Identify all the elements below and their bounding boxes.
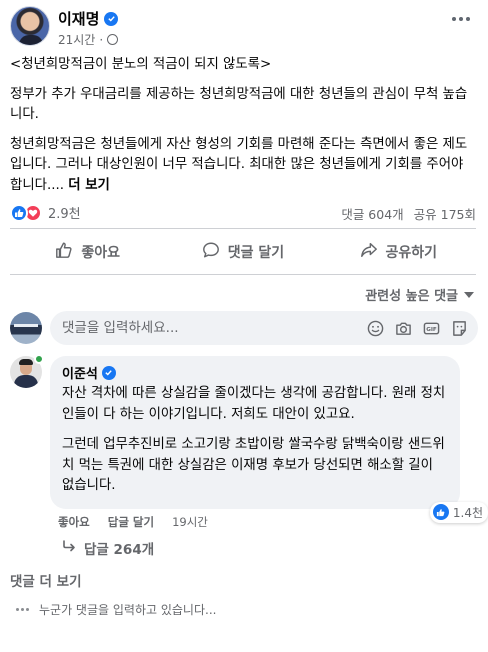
comment-icon — [202, 241, 220, 263]
post-header: 이재명 21시간 · — [10, 6, 478, 50]
reaction-summary[interactable]: 2.9천 — [10, 203, 81, 222]
comment-bubble: 이준석 자산 격차에 따른 상실감을 줄이겠다는 생각에 공감합니다. 원래 정… — [50, 356, 488, 523]
comment-reaction-summary[interactable]: 1.4천 — [429, 501, 488, 523]
composer-icons: GIF — [366, 319, 468, 337]
post-paragraph: 청년희망적금은 청년들에게 자산 형성의 기회를 마련해 준다는 측면에서 좋은… — [10, 135, 472, 197]
comment-sort-dropdown[interactable]: 관련성 높은 댓글 — [365, 285, 474, 304]
post-body: <청년희망적금이 분노의 적금이 되지 않도록> 정부가 추가 우대금리를 제공… — [10, 55, 472, 205]
sticker-icon[interactable] — [450, 319, 468, 337]
reaction-count[interactable]: 2.9천 — [48, 203, 81, 222]
comment-button[interactable]: 댓글 달기 — [165, 234, 320, 270]
post-time-row: 21시간 · — [58, 31, 119, 48]
comment-reaction-count: 1.4천 — [452, 505, 483, 520]
view-replies-button[interactable]: 답글 264개 — [62, 538, 154, 558]
typing-indicator: 누군가 댓글을 입력하고 있습니다... — [16, 601, 216, 618]
online-status-icon — [34, 354, 44, 364]
more-options-icon[interactable] — [452, 12, 472, 26]
like-button[interactable]: 좋아요 — [10, 234, 165, 270]
share-icon — [360, 241, 378, 263]
post-time[interactable]: 21시간 — [58, 31, 95, 48]
comment-text: 자산 격차에 따른 상실감을 줄이겠다는 생각에 공감합니다. 원래 정치인들이… — [62, 384, 448, 497]
author-avatar[interactable] — [10, 6, 50, 46]
post-stats: 2.9천 댓글 604개 공유 175회 — [10, 201, 476, 223]
viewer-avatar[interactable] — [10, 312, 42, 344]
verified-badge-icon — [104, 11, 119, 26]
comment-paragraph: 자산 격차에 따른 상실감을 줄이겠다는 생각에 공감합니다. 원래 정치인들이… — [62, 386, 446, 422]
like-reaction-icon — [432, 504, 449, 520]
emoji-icon[interactable] — [366, 319, 384, 337]
like-reaction-icon — [10, 203, 28, 222]
share-button[interactable]: 공유하기 — [321, 234, 476, 270]
post-paragraph: 정부가 추가 우대금리를 제공하는 청년희망적금에 대한 청년들의 관심이 무척… — [10, 86, 468, 123]
comment-actions: 좋아요 답글 달기 19시간 — [58, 514, 208, 530]
post-author-name[interactable]: 이재명 — [58, 8, 99, 29]
post-author[interactable]: 이재명 — [58, 8, 119, 29]
comment-composer: GIF — [10, 311, 478, 345]
typing-text: 누군가 댓글을 입력하고 있습니다... — [39, 603, 217, 617]
gif-icon[interactable]: GIF — [422, 319, 440, 337]
post-actions: 좋아요 댓글 달기 공유하기 — [10, 234, 476, 270]
reply-arrow-icon — [62, 540, 76, 556]
verified-badge-icon — [101, 365, 116, 380]
commenter-name-row: 이준석 — [62, 363, 448, 382]
more-comments-link[interactable]: 댓글 더 보기 — [10, 570, 82, 590]
see-more-link[interactable]: 더 보기 — [68, 178, 110, 193]
camera-icon[interactable] — [394, 319, 412, 337]
sort-label[interactable]: 관련성 높은 댓글 — [365, 285, 458, 304]
comment-count[interactable]: 댓글 604개 — [341, 204, 403, 223]
svg-text:GIF: GIF — [426, 327, 437, 333]
typing-dots-icon — [16, 608, 29, 611]
stats-right: 댓글 604개 공유 175회 — [341, 204, 476, 223]
thumbs-up-icon — [55, 241, 73, 263]
comment-paragraph: 그런데 업무추진비로 소고기랑 초밥이랑 쌀국수랑 닭백숙이랑 샌드위치 먹는 … — [62, 437, 445, 493]
like-label[interactable]: 좋아요 — [81, 242, 120, 262]
share-count[interactable]: 공유 175회 — [414, 204, 476, 223]
comment-time[interactable]: 19시간 — [172, 514, 208, 530]
divider — [10, 274, 476, 275]
globe-icon — [107, 34, 119, 45]
comment-reply-button[interactable]: 답글 달기 — [108, 514, 154, 530]
comment-label[interactable]: 댓글 달기 — [228, 242, 284, 262]
divider — [10, 228, 476, 229]
caret-down-icon — [464, 287, 474, 302]
post-paragraph: <청년희망적금이 분노의 적금이 되지 않도록> — [10, 57, 272, 72]
share-label[interactable]: 공유하기 — [386, 242, 438, 262]
commenter-name[interactable]: 이준석 — [62, 363, 98, 382]
replies-label[interactable]: 답글 264개 — [84, 538, 154, 558]
comment-like-button[interactable]: 좋아요 — [58, 514, 90, 530]
